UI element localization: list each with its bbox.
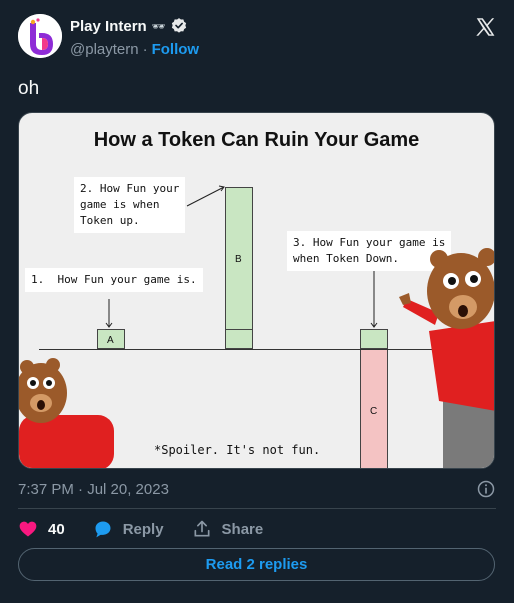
- bar-c: C: [360, 349, 388, 468]
- verified-badge-icon: [171, 18, 186, 33]
- separator: ·: [142, 41, 148, 58]
- heart-icon: [19, 521, 37, 537]
- avatar[interactable]: [18, 14, 62, 58]
- display-name[interactable]: Play Intern: [70, 18, 147, 35]
- reply-label: Reply: [122, 520, 164, 538]
- bear-character-left: [19, 358, 114, 468]
- reply-bubble-icon: [95, 521, 111, 538]
- handle-row: @playtern · Follow: [70, 41, 199, 58]
- sunglasses-emoji: 🕶: [151, 20, 166, 33]
- tweet-timestamp[interactable]: 7:37 PM · Jul 20, 2023: [18, 481, 169, 498]
- playintern-logo-icon: [18, 14, 62, 58]
- bar-a-label: A: [107, 335, 114, 346]
- tweet-text: oh: [18, 78, 40, 99]
- name-row: Play Intern 🕶: [70, 17, 188, 35]
- x-logo-icon[interactable]: [474, 16, 496, 38]
- share-button[interactable]: Share: [192, 519, 264, 539]
- like-count: 40: [48, 520, 65, 538]
- tweet-media-image[interactable]: How a Token Can Ruin Your Game 2. How Fu…: [18, 112, 495, 469]
- read-replies-button[interactable]: Read 2 replies: [18, 548, 495, 581]
- tweet-card: Play Intern 🕶 @playtern · Follow oh How …: [0, 0, 514, 603]
- handle[interactable]: @playtern: [70, 41, 139, 58]
- bar-c-label: C: [370, 406, 378, 417]
- follow-button[interactable]: Follow: [152, 41, 200, 58]
- bear-character-right: [399, 248, 494, 468]
- spoiler-text: *Spoiler. It's not fun.: [154, 443, 321, 457]
- bar-b: B: [225, 187, 253, 349]
- reply-button[interactable]: Reply: [93, 519, 164, 539]
- share-label: Share: [221, 520, 264, 538]
- share-icon: [194, 520, 210, 537]
- divider: [18, 508, 496, 509]
- like-button[interactable]: 40: [18, 519, 65, 539]
- bar-a: A: [97, 329, 125, 349]
- action-bar: 40 Reply Share: [18, 518, 291, 540]
- info-icon[interactable]: [476, 479, 496, 499]
- bar-b-label: B: [235, 254, 242, 265]
- bar-c-top: [360, 329, 388, 349]
